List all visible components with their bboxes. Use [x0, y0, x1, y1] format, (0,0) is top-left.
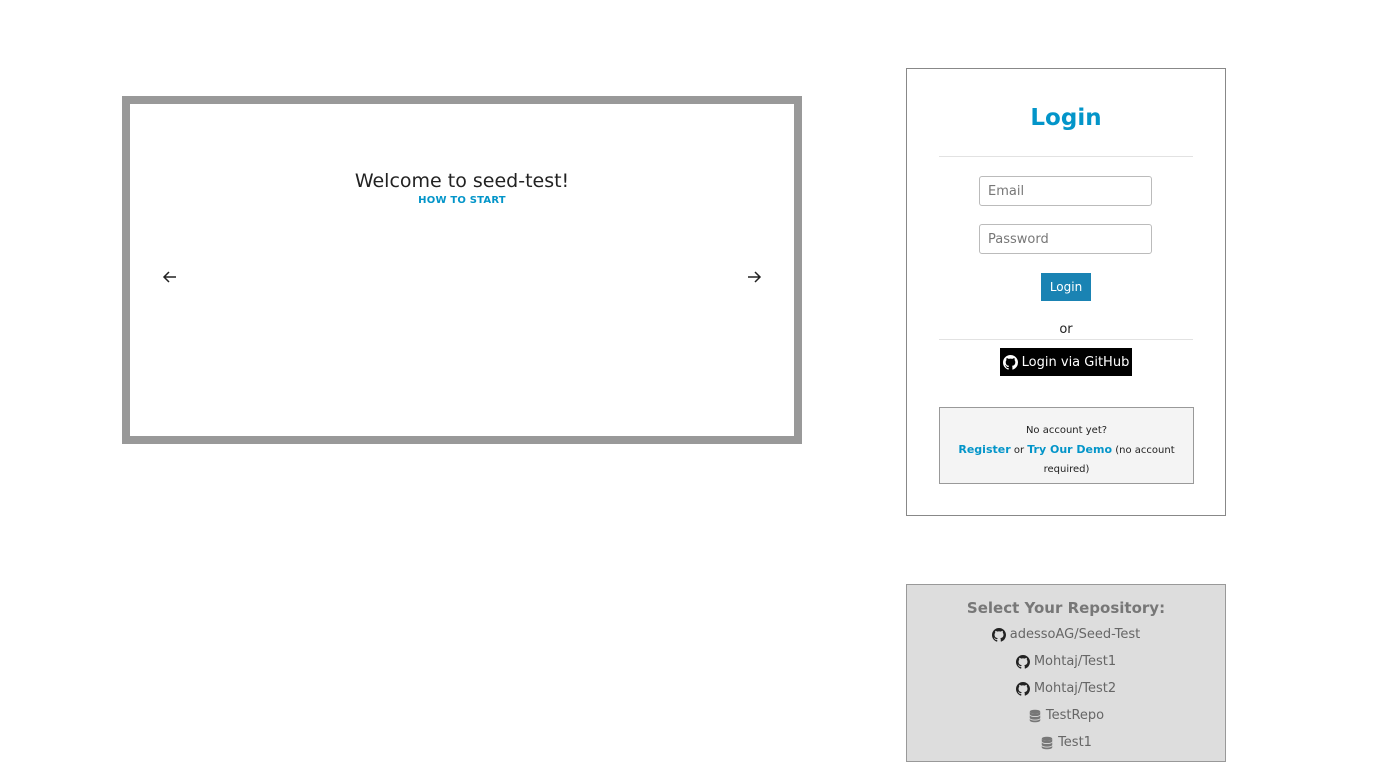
- repository-name: Mohtaj/Test1: [1033, 654, 1117, 669]
- repository-name: TestRepo: [1045, 708, 1105, 723]
- repository-item[interactable]: Mohtaj/Test1: [907, 648, 1225, 675]
- divider: [939, 339, 1193, 340]
- email-field[interactable]: [979, 176, 1152, 206]
- try-demo-link[interactable]: Try Our Demo: [1027, 443, 1112, 456]
- no-account-box: No account yet? Register or Try Our Demo…: [939, 407, 1194, 484]
- repository-item[interactable]: adessoAG/Seed-Test: [907, 621, 1225, 648]
- register-link[interactable]: Register: [958, 443, 1010, 456]
- login-button[interactable]: Login: [1041, 273, 1091, 301]
- github-icon: [991, 627, 1006, 642]
- database-icon: [1041, 736, 1053, 749]
- repository-item[interactable]: Mohtaj/Test2: [907, 675, 1225, 702]
- repository-list: adessoAG/Seed-Test Mohtaj/Test1 Mohtaj/T…: [907, 621, 1225, 756]
- arrow-left-icon[interactable]: [160, 267, 180, 287]
- welcome-carousel: Welcome to seed-test! HOW TO START: [122, 96, 802, 444]
- or-small-text: or: [1013, 445, 1025, 456]
- login-card: Login Login or Login via GitHub No accou…: [906, 68, 1226, 516]
- github-icon: [1002, 354, 1018, 370]
- login-title: Login: [1030, 105, 1102, 131]
- no-account-text: No account yet?: [1025, 425, 1108, 436]
- github-login-label: Login via GitHub: [1021, 354, 1130, 370]
- github-login-button[interactable]: Login via GitHub: [1000, 348, 1132, 376]
- repository-title: Select Your Repository:: [966, 599, 1166, 617]
- repository-name: Test1: [1058, 735, 1092, 750]
- repository-item[interactable]: TestRepo: [907, 702, 1225, 729]
- how-to-start-link[interactable]: HOW TO START: [130, 195, 794, 206]
- repository-name: Mohtaj/Test2: [1033, 681, 1117, 696]
- repository-name: adessoAG/Seed-Test: [1009, 627, 1141, 642]
- database-icon: [1029, 709, 1041, 722]
- repository-item[interactable]: Test1: [907, 729, 1225, 756]
- repository-selector: Select Your Repository: adessoAG/Seed-Te…: [906, 584, 1226, 762]
- divider: [939, 156, 1193, 157]
- github-icon: [1015, 681, 1030, 696]
- password-field[interactable]: [979, 224, 1152, 254]
- github-icon: [1015, 654, 1030, 669]
- carousel-title: Welcome to seed-test!: [354, 170, 570, 192]
- arrow-right-icon[interactable]: [744, 267, 764, 287]
- or-separator: or: [1059, 322, 1073, 337]
